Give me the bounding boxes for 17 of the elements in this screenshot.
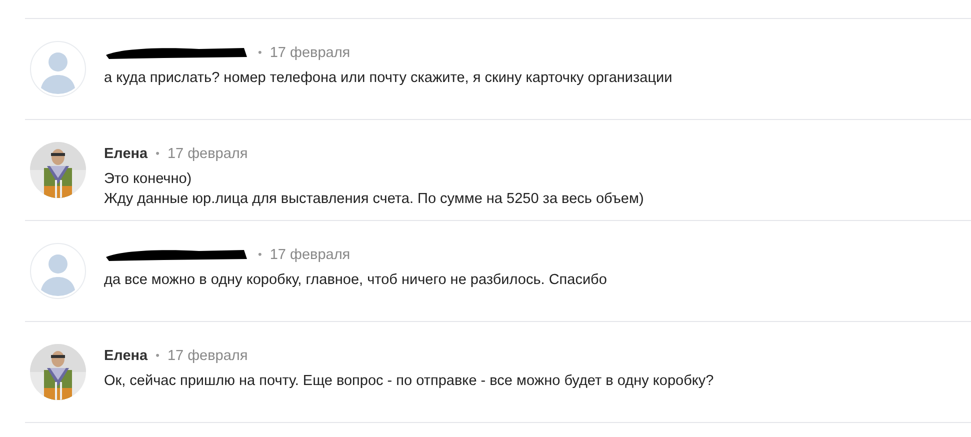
separator-dot: • — [156, 350, 160, 362]
comment-date[interactable]: 17 февраля — [270, 44, 350, 60]
comment-date[interactable]: 17 февраля — [167, 348, 248, 364]
comment-date[interactable]: 17 февраля — [167, 146, 248, 162]
comment-text: да все можно в одну коробку, главное, чтоб ничего не разбилось. Спасибо — [104, 271, 607, 290]
comment-text: Это конечно) — [104, 170, 193, 189]
avatar-placeholder-icon — [30, 243, 86, 299]
avatar-placeholder-icon — [30, 41, 86, 97]
comment-text: а куда прислать? номер телефона или почту скажите, я скину карточку организации — [104, 69, 672, 88]
author-name[interactable]: Елена — [104, 146, 148, 162]
author-name[interactable]: Елена — [104, 348, 148, 364]
comment-text: Жду данные юр.лица для выставления счета. По сумме на 5250 за весь объем) — [104, 190, 644, 209]
comment-text: Ок, сейчас пришлю на почту. Еще вопрос - по отправке - все можно будет в одну коробку? — [104, 372, 714, 391]
separator-dot: • — [156, 148, 160, 160]
separator-dot: • — [258, 248, 262, 260]
separator-dot: • — [258, 46, 262, 58]
comment-date[interactable]: 17 февраля — [270, 246, 350, 262]
